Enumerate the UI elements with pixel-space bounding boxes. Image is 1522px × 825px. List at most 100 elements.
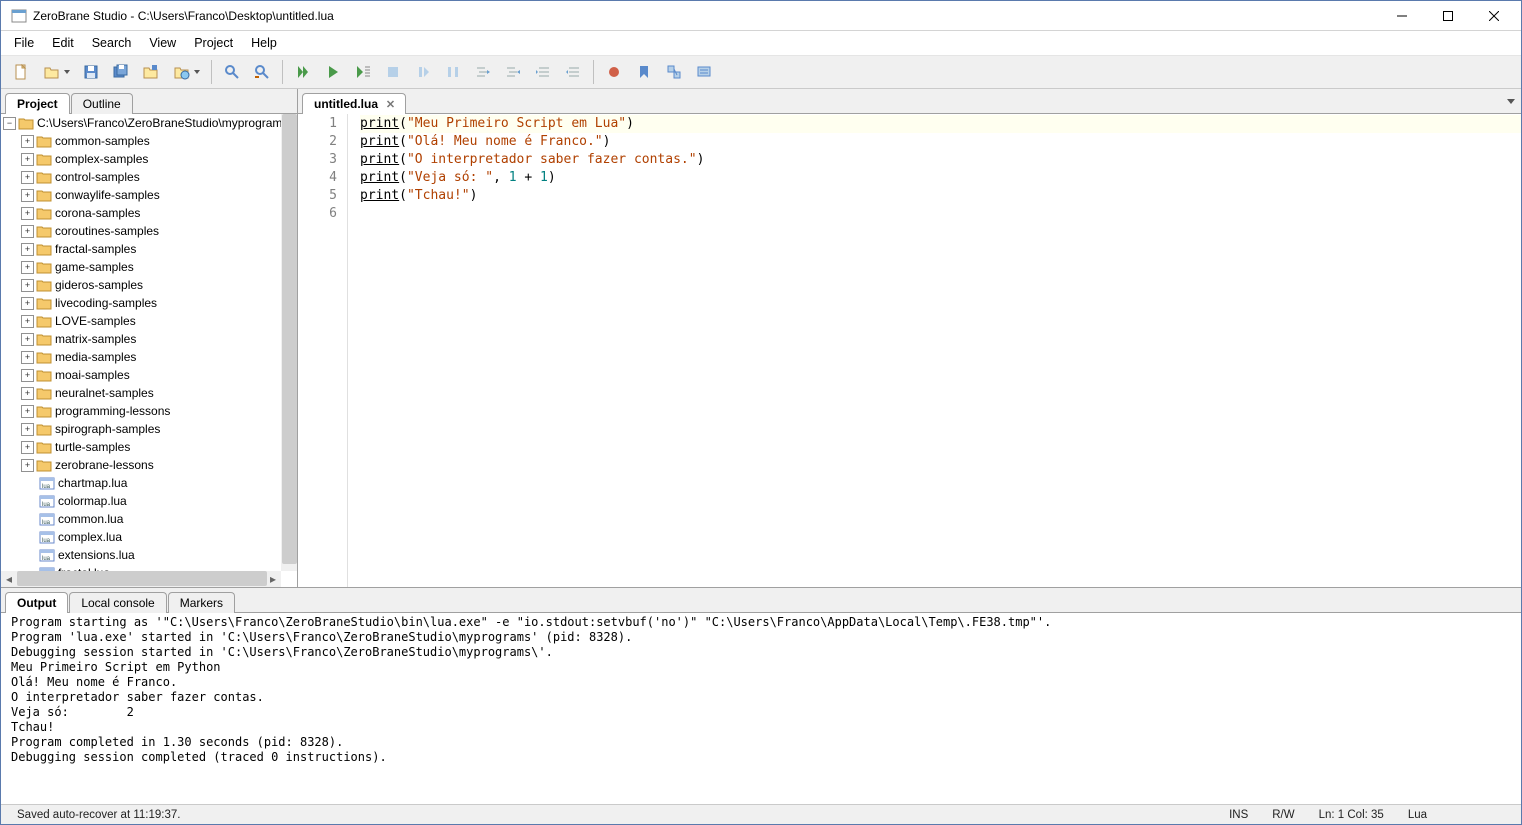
- expander-icon[interactable]: +: [21, 441, 34, 454]
- break-button[interactable]: [409, 58, 437, 86]
- tree-folder-label: moai-samples: [55, 368, 130, 382]
- expander-icon[interactable]: +: [21, 171, 34, 184]
- new-file-button[interactable]: [7, 58, 35, 86]
- tree-file[interactable]: luacommon.lua: [37, 510, 297, 528]
- run-to-cursor-button[interactable]: [349, 58, 377, 86]
- tree-folder[interactable]: +gideros-samples: [19, 276, 297, 294]
- tree-folder[interactable]: + conwaylife-samples: [19, 186, 297, 204]
- tree-folder[interactable]: +matrix-samples: [19, 330, 297, 348]
- run-button[interactable]: [319, 58, 347, 86]
- tree-folder-label: control-samples: [55, 170, 140, 184]
- editor-tab[interactable]: untitled.lua ✕: [302, 93, 406, 114]
- project-tree[interactable]: − C:\Users\Franco\ZeroBraneStudio\myprog…: [1, 114, 297, 587]
- menu-view[interactable]: View: [140, 32, 185, 54]
- tab-local-console[interactable]: Local console: [69, 592, 166, 613]
- scroll-right-icon[interactable]: ▸: [265, 571, 281, 587]
- tree-folder-label: conwaylife-samples: [55, 188, 160, 202]
- tree-folder[interactable]: +game-samples: [19, 258, 297, 276]
- replace-button[interactable]: [248, 58, 276, 86]
- expander-icon[interactable]: +: [21, 423, 34, 436]
- find-button[interactable]: [218, 58, 246, 86]
- tree-folder[interactable]: +livecoding-samples: [19, 294, 297, 312]
- open-file-button[interactable]: [37, 58, 75, 86]
- save-all-button[interactable]: [107, 58, 135, 86]
- step-into-button[interactable]: [439, 58, 467, 86]
- step-out-button[interactable]: [499, 58, 527, 86]
- tree-file[interactable]: luacomplex.lua: [37, 528, 297, 546]
- tree-horizontal-scrollbar[interactable]: ◂ ▸: [1, 571, 281, 587]
- minimize-button[interactable]: [1379, 1, 1425, 30]
- expander-icon[interactable]: +: [21, 297, 34, 310]
- tab-project[interactable]: Project: [5, 93, 70, 114]
- menu-edit[interactable]: Edit: [43, 32, 83, 54]
- tab-markers[interactable]: Markers: [168, 592, 235, 613]
- close-tab-icon[interactable]: ✕: [384, 98, 397, 111]
- tree-file-label: complex.lua: [58, 530, 122, 544]
- tree-folder[interactable]: + LOVE-samples: [19, 312, 297, 330]
- tree-folder[interactable]: +corona-samples: [19, 204, 297, 222]
- start-debug-button[interactable]: [289, 58, 317, 86]
- project-from-file-button[interactable]: [137, 58, 165, 86]
- expander-icon[interactable]: +: [21, 405, 34, 418]
- tree-folder[interactable]: +fractal-samples: [19, 240, 297, 258]
- tree-root[interactable]: − C:\Users\Franco\ZeroBraneStudio\myprog…: [1, 114, 297, 132]
- tab-output[interactable]: Output: [5, 592, 68, 613]
- expander-icon[interactable]: +: [21, 243, 34, 256]
- tree-file[interactable]: luachartmap.lua: [37, 474, 297, 492]
- tree-folder-label: coroutines-samples: [55, 224, 159, 238]
- watch-button[interactable]: [690, 58, 718, 86]
- recent-projects-button[interactable]: [167, 58, 205, 86]
- tree-folder-label: LOVE-samples: [55, 314, 136, 328]
- expander-icon[interactable]: +: [21, 369, 34, 382]
- expander-icon[interactable]: +: [21, 333, 34, 346]
- code-editor[interactable]: 1 2 3 4 5 6 print("Meu Primeiro Script e…: [298, 114, 1521, 587]
- tree-vertical-scrollbar[interactable]: [281, 114, 297, 571]
- menu-file[interactable]: File: [5, 32, 43, 54]
- tree-file[interactable]: luacolormap.lua: [37, 492, 297, 510]
- expander-icon[interactable]: +: [21, 351, 34, 364]
- expander-icon[interactable]: +: [21, 459, 34, 472]
- step-outdent-button[interactable]: [559, 58, 587, 86]
- code-body[interactable]: print("Meu Primeiro Script em Lua")print…: [348, 114, 1521, 587]
- expander-icon[interactable]: −: [3, 117, 16, 130]
- stop-button[interactable]: [379, 58, 407, 86]
- tab-outline[interactable]: Outline: [71, 93, 133, 114]
- output-console[interactable]: Program starting as '"C:\Users\Franco\Ze…: [1, 613, 1521, 804]
- tab-menu-button[interactable]: [1503, 93, 1519, 109]
- tree-folder[interactable]: +zerobrane-lessons: [19, 456, 297, 474]
- tree-folder[interactable]: +programming-lessons: [19, 402, 297, 420]
- save-button[interactable]: [77, 58, 105, 86]
- maximize-button[interactable]: [1425, 1, 1471, 30]
- expander-icon[interactable]: +: [21, 189, 34, 202]
- expander-icon[interactable]: +: [21, 261, 34, 274]
- tree-folder[interactable]: +complex-samples: [19, 150, 297, 168]
- step-indent-button[interactable]: [529, 58, 557, 86]
- expander-icon[interactable]: +: [21, 225, 34, 238]
- tree-folder[interactable]: + moai-samples: [19, 366, 297, 384]
- tree-file[interactable]: luaextensions.lua: [37, 546, 297, 564]
- expander-icon[interactable]: +: [21, 315, 34, 328]
- scroll-left-icon[interactable]: ◂: [1, 571, 17, 587]
- toggle-bookmark-button[interactable]: [630, 58, 658, 86]
- tree-folder[interactable]: +turtle-samples: [19, 438, 297, 456]
- lua-file-icon: lua: [39, 549, 55, 562]
- status-ins: INS: [1217, 809, 1260, 821]
- expander-icon[interactable]: +: [21, 207, 34, 220]
- expander-icon[interactable]: +: [21, 153, 34, 166]
- tree-folder[interactable]: +neuralnet-samples: [19, 384, 297, 402]
- tree-folder[interactable]: +spirograph-samples: [19, 420, 297, 438]
- expander-icon[interactable]: +: [21, 387, 34, 400]
- stack-button[interactable]: [660, 58, 688, 86]
- step-over-button[interactable]: [469, 58, 497, 86]
- expander-icon[interactable]: +: [21, 135, 34, 148]
- menu-search[interactable]: Search: [83, 32, 141, 54]
- tree-folder[interactable]: + control-samples: [19, 168, 297, 186]
- tree-folder[interactable]: +media-samples: [19, 348, 297, 366]
- toggle-breakpoint-button[interactable]: [600, 58, 628, 86]
- tree-folder[interactable]: +common-samples: [19, 132, 297, 150]
- close-button[interactable]: [1471, 1, 1517, 30]
- menu-help[interactable]: Help: [242, 32, 286, 54]
- menu-project[interactable]: Project: [185, 32, 242, 54]
- tree-folder[interactable]: + coroutines-samples: [19, 222, 297, 240]
- expander-icon[interactable]: +: [21, 279, 34, 292]
